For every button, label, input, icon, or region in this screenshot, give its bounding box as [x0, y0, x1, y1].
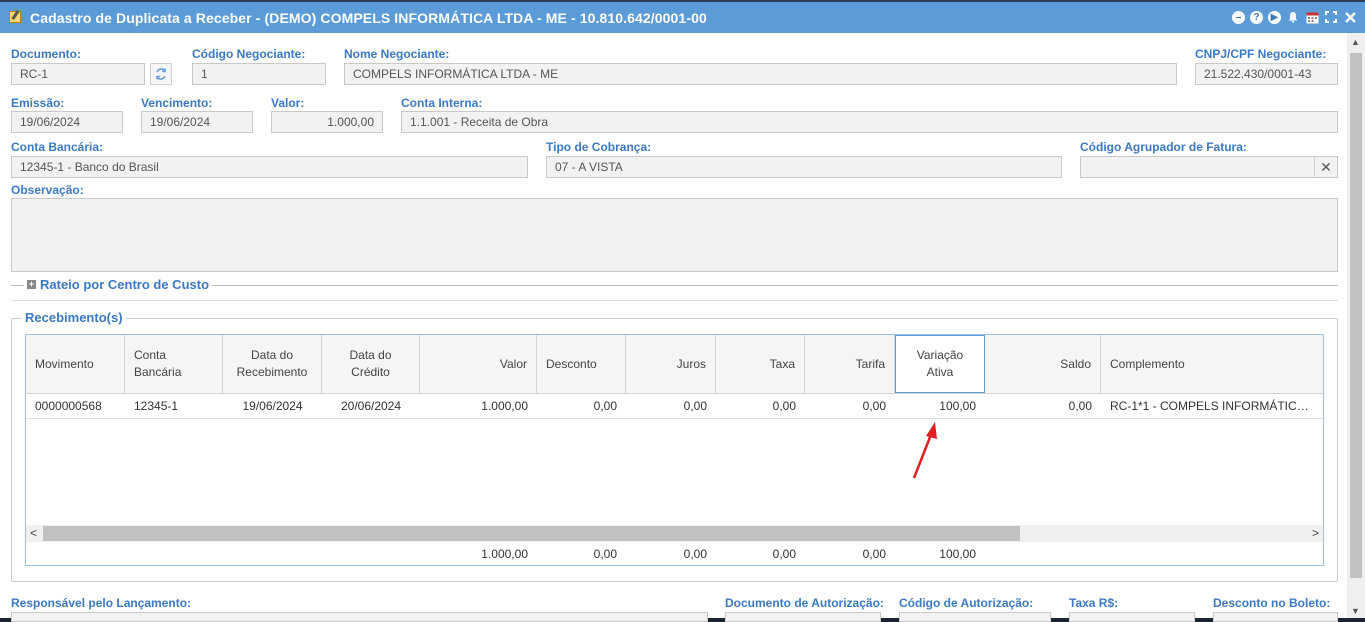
- conta-bancaria-label: Conta Bancária:: [11, 140, 104, 154]
- tipo-cobranca-field[interactable]: 07 - A VISTA: [546, 156, 1062, 178]
- conta-interna-field[interactable]: 1.1.001 - Receita de Obra: [401, 111, 1338, 133]
- scroll-left-icon[interactable]: <: [30, 526, 37, 540]
- cell-saldo: 0,00: [1068, 399, 1092, 413]
- conta-interna-label: Conta Interna:: [401, 96, 483, 110]
- cell-movimento: 0000000568: [35, 399, 102, 413]
- calendar-icon[interactable]: [1305, 10, 1319, 24]
- emissao-field[interactable]: 19/06/2024: [11, 111, 123, 133]
- close-icon[interactable]: [1343, 10, 1357, 24]
- total-desconto: 0,00: [593, 547, 617, 561]
- col-movimento[interactable]: Movimento: [26, 335, 125, 393]
- play-icon[interactable]: ▶: [1268, 10, 1281, 24]
- cell-tarifa: 0,00: [862, 399, 886, 413]
- vencimento-label: Vencimento:: [141, 96, 213, 110]
- cnpj-field[interactable]: 21.522.430/0001-43: [1195, 63, 1338, 85]
- nome-negociante-field[interactable]: COMPELS INFORMÁTICA LTDA - ME: [344, 63, 1177, 85]
- help-icon[interactable]: ?: [1250, 10, 1263, 24]
- responsavel-field[interactable]: [11, 612, 708, 622]
- conta-bancaria-field[interactable]: 12345-1 - Banco do Brasil: [11, 156, 528, 178]
- cell-taxa: 0,00: [772, 399, 796, 413]
- total-juros: 0,00: [683, 547, 707, 561]
- col-taxa[interactable]: Taxa: [716, 335, 805, 393]
- col-data-recebimento[interactable]: Data do Recebimento: [223, 335, 322, 393]
- cell-juros: 0,00: [683, 399, 707, 413]
- codigo-negociante-label: Código Negociante:: [192, 47, 306, 61]
- valor-field[interactable]: 1.000,00: [271, 111, 383, 133]
- cnpj-label: CNPJ/CPF Negociante:: [1195, 47, 1327, 61]
- grid-totals: 1.000,00 0,00 0,00 0,00 0,00 100,00: [26, 542, 1323, 565]
- taxa-label: Taxa R$:: [1069, 596, 1119, 610]
- window-title: Cadastro de Duplicata a Receber - (DEMO)…: [30, 10, 707, 26]
- codigo-agrupador-field[interactable]: [1080, 156, 1338, 178]
- title-bar: Cadastro de Duplicata a Receber - (DEMO)…: [0, 2, 1365, 33]
- col-valor[interactable]: Valor: [420, 335, 537, 393]
- cell-complemento: RC-1*1 - COMPELS INFORMÁTICA LTDA - ME: [1110, 399, 1323, 413]
- observacao-label: Observação:: [11, 183, 84, 197]
- clear-icon[interactable]: ✕: [1314, 156, 1337, 178]
- recebimentos-legend: Recebimento(s): [22, 310, 126, 325]
- vertical-scrollbar-thumb[interactable]: [1350, 53, 1362, 578]
- scroll-up-icon[interactable]: ▲: [1351, 37, 1360, 47]
- nome-negociante-label: Nome Negociante:: [344, 47, 450, 61]
- rateio-toggle[interactable]: + Rateio por Centro de Custo: [24, 277, 213, 292]
- cod-autorizacao-field[interactable]: [899, 612, 1051, 622]
- cell-data-recebimento: 19/06/2024: [242, 399, 303, 413]
- col-tarifa[interactable]: Tarifa: [805, 335, 895, 393]
- tipo-cobranca-label: Tipo de Cobrança:: [546, 140, 652, 154]
- maximize-icon[interactable]: [1324, 10, 1338, 24]
- horizontal-scrollbar[interactable]: < >: [26, 525, 1323, 542]
- cod-autorizacao-label: Código de Autorização:: [899, 596, 1034, 610]
- title-tools: – ? ▶: [1232, 10, 1357, 24]
- observacao-field[interactable]: [11, 198, 1338, 272]
- col-variacao-ativa[interactable]: Variação Ativa: [895, 335, 985, 393]
- vencimento-field[interactable]: 19/06/2024: [141, 111, 253, 133]
- codigo-negociante-field[interactable]: 1: [192, 63, 326, 85]
- total-tarifa: 0,00: [862, 547, 886, 561]
- desconto-boleto-label: Desconto no Boleto:: [1213, 596, 1331, 610]
- taxa-field[interactable]: [1069, 612, 1195, 622]
- refresh-icon[interactable]: [150, 63, 172, 85]
- total-valor: 1.000,00: [481, 547, 528, 561]
- minimize-icon[interactable]: –: [1232, 10, 1245, 24]
- total-variacao-ativa: 100,00: [939, 547, 976, 561]
- recebimentos-grid: Movimento Conta Bancária Data do Recebimen…: [25, 334, 1324, 566]
- rateio-label: Rateio por Centro de Custo: [40, 277, 210, 292]
- doc-autorizacao-label: Documento de Autorização:: [725, 596, 884, 610]
- cell-desconto: 0,00: [593, 399, 617, 413]
- edit-document-icon: [9, 11, 21, 23]
- bell-icon[interactable]: [1286, 10, 1300, 24]
- doc-autorizacao-field[interactable]: [725, 612, 881, 622]
- total-taxa: 0,00: [772, 547, 796, 561]
- scrollbar-thumb[interactable]: [43, 526, 1020, 541]
- window: Cadastro de Duplicata a Receber - (DEMO)…: [0, 0, 1365, 622]
- documento-label: Documento:: [11, 47, 81, 61]
- col-conta-bancaria[interactable]: Conta Bancária: [125, 335, 223, 393]
- desconto-boleto-field[interactable]: [1213, 612, 1338, 622]
- col-saldo[interactable]: Saldo: [985, 335, 1101, 393]
- codigo-agrupador-label: Código Agrupador de Fatura:: [1080, 140, 1247, 154]
- cell-valor: 1.000,00: [481, 399, 528, 413]
- valor-label: Valor:: [271, 96, 305, 110]
- grid-header: Movimento Conta Bancária Data do Recebimen…: [26, 335, 1323, 394]
- col-data-credito[interactable]: Data do Crédito: [322, 335, 420, 393]
- responsavel-label: Responsável pelo Lançamento:: [11, 596, 192, 610]
- cell-data-credito: 20/06/2024: [340, 399, 402, 413]
- expand-plus-icon[interactable]: +: [27, 280, 36, 289]
- scroll-down-icon[interactable]: ▼: [1351, 606, 1360, 616]
- cell-variacao-ativa: 100,00: [939, 399, 976, 413]
- table-row[interactable]: 0000000568 12345-1 19/06/2024 20/06/2024…: [26, 394, 1323, 419]
- cell-conta-bancaria: 12345-1: [134, 399, 179, 413]
- rateio-divider-bottom: [11, 300, 1338, 301]
- emissao-label: Emissão:: [11, 96, 65, 110]
- col-desconto[interactable]: Desconto: [537, 335, 626, 393]
- vertical-scrollbar[interactable]: ▲ ▼: [1347, 33, 1365, 618]
- documento-field[interactable]: RC-1: [11, 63, 145, 85]
- col-juros[interactable]: Juros: [626, 335, 716, 393]
- col-complemento[interactable]: Complemento: [1101, 335, 1323, 393]
- scroll-right-icon[interactable]: >: [1312, 526, 1319, 540]
